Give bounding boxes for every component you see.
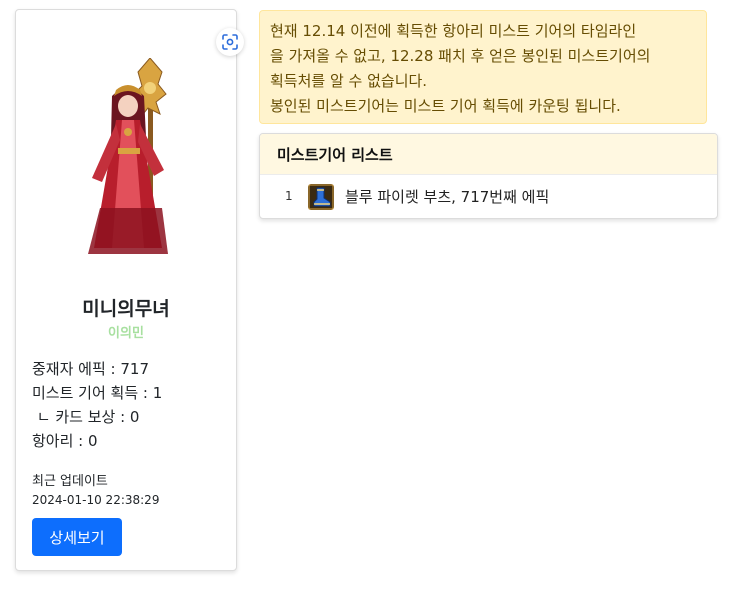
- notice-line: 현재 12.14 이전에 획득한 항아리 미스트 기어의 타임라인: [270, 22, 637, 40]
- notice-alert: 현재 12.14 이전에 획득한 항아리 미스트 기어의 타임라인 을 가져올 …: [259, 10, 707, 124]
- character-name: 미니의무녀: [82, 298, 170, 320]
- character-portrait: [88, 58, 168, 254]
- stat-jar-count: 항아리 : 0: [32, 432, 98, 450]
- update-time: 2024-01-10 22:38:29: [32, 493, 160, 507]
- list-item[interactable]: 1 블루 파이렛 부츠, 717번째 에픽: [260, 175, 717, 218]
- character-profile-card: 미니의무녀 이의민 중재자 에픽 : 717 미스트 기어 획득 : 1 ㄴ 카…: [15, 9, 244, 571]
- stat-card-reward-count: ㄴ 카드 보상 : 0: [32, 408, 140, 426]
- mist-gear-list-card: 미스트기어 리스트 1 블루 파이렛 부츠, 717번째 에픽: [259, 133, 718, 219]
- notice-line: 획득처를 알 수 없습니다.: [270, 72, 428, 90]
- notice-line: 봉인된 미스트기어는 미스트 기어 획득에 카운팅 됩니다.: [270, 97, 621, 115]
- detail-button[interactable]: 상세보기: [32, 518, 122, 556]
- boots-icon: [308, 184, 334, 210]
- notice-line: 을 가져올 수 없고, 12.28 패치 후 얻은 봉인된 미스트기어의: [270, 47, 651, 65]
- screenshot-icon: [222, 34, 238, 50]
- stat-mist-gear-count: 미스트 기어 획득 : 1: [32, 384, 163, 402]
- screenshot-button[interactable]: [216, 28, 244, 56]
- update-label: 최근 업데이트: [32, 474, 108, 489]
- list-item-index: 1: [285, 189, 293, 203]
- stat-epic-count: 중재자 에픽 : 717: [32, 360, 149, 378]
- stats-list: 중재자 에픽 : 717 미스트 기어 획득 : 1 ㄴ 카드 보상 : 0 항…: [32, 357, 162, 453]
- guild-name: 이의민: [108, 326, 144, 341]
- list-item-name: 블루 파이렛 부츠, 717번째 에픽: [345, 188, 550, 206]
- list-title: 미스트기어 리스트: [260, 134, 717, 175]
